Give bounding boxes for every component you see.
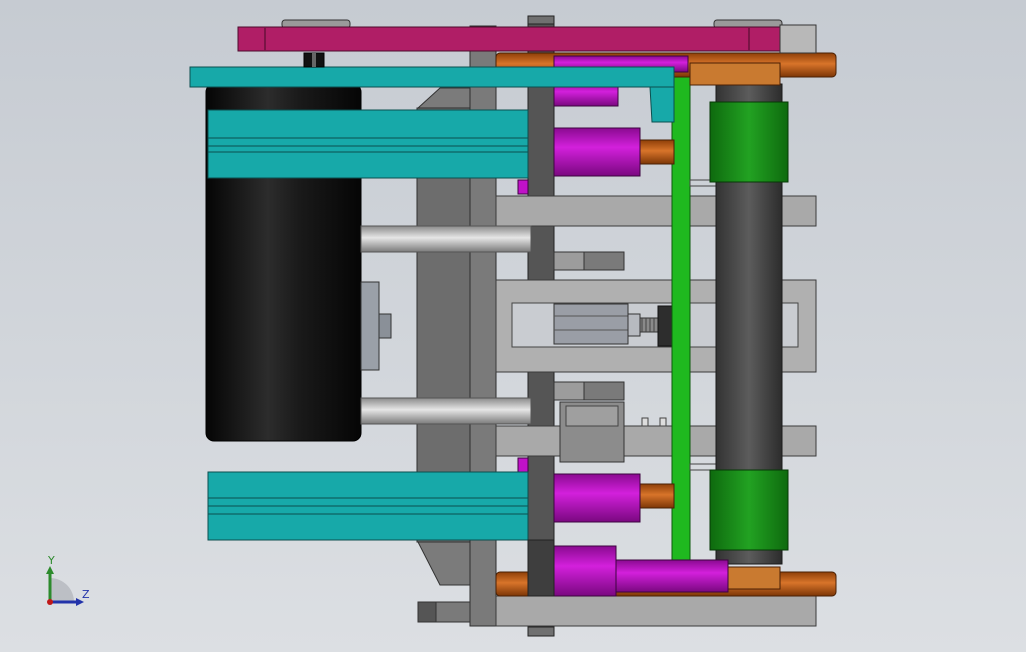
actuator-body [553,303,629,345]
gray-end-block [779,24,817,54]
guide-block-inner [565,405,619,427]
coordinate-triad-icon [46,566,84,606]
small-block-lower-dark [583,381,625,401]
green-sleeve-bottom [709,469,789,551]
actuator-end [627,313,641,337]
center-post-shadow [527,539,555,597]
purple-cyl-2 [553,473,641,523]
purple-cyl-3 [553,545,617,597]
nub-1 [641,417,649,427]
green-sleeve-top [709,101,789,183]
cross-plate-bottom [495,595,817,627]
cad-viewport[interactable] [0,0,1026,652]
motor-shaft-lower [360,397,532,425]
copper-stub-2 [639,483,675,509]
teal-top-hook [649,86,675,123]
z-axis-label: Z [82,588,90,601]
motor-shaft-upper [360,225,532,253]
purple-cyl-3b [615,559,729,593]
teal-profile-upper [207,109,529,179]
copper-block-top [689,62,781,86]
post-cap-top [527,15,555,25]
nub-2 [659,417,667,427]
y-axis-label: Y [48,554,55,567]
purple-cyl-1 [553,127,641,177]
motor-connector [378,313,392,339]
main-roller [709,83,789,565]
angled-bracket-bottom [417,541,471,586]
coordinate-triad: Y Z [38,552,98,612]
small-block-upper-dark [583,251,625,271]
motor-mount-block [360,281,380,371]
copper-stub-1 [639,139,675,165]
post-cap-bottom [527,626,555,637]
green-board [671,63,691,589]
angled-bracket-top [416,87,471,109]
magenta-belt-bar [237,26,781,52]
teal-top-plate [189,66,675,88]
